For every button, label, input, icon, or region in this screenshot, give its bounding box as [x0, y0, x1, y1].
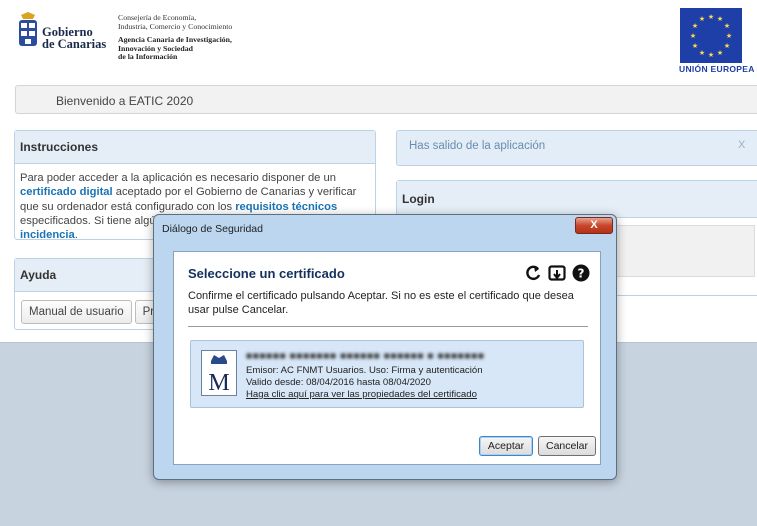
confirm-instructions: Confirme el certificado pulsando Aceptar…	[188, 290, 574, 316]
manual-usuario-button[interactable]: Manual de usuario	[21, 300, 132, 324]
help-icon[interactable]: ?	[572, 264, 590, 282]
svg-text:M: M	[208, 370, 229, 395]
certificate-properties-link[interactable]: Haga clic aquí para ver las propiedades …	[246, 389, 477, 400]
dialog-toolbar: ?	[524, 264, 590, 284]
refresh-icon[interactable]	[524, 264, 542, 282]
welcome-bar: Bienvenido a EATIC 2020	[15, 85, 757, 114]
svg-text:★: ★	[692, 22, 698, 30]
certificate-name: ■■■■■■ ■■■■■■■ ■■■■■■ ■■■■■■ ■ ■■■■■■■	[246, 351, 485, 362]
dialog-title: Diálogo de Seguridad	[162, 223, 263, 235]
incidencia-link[interactable]: incidencia	[20, 229, 75, 241]
eu-logo: ★ ★ ★ ★ ★ ★ ★ ★ ★ ★ ★ ★ UNIÓN EUROPEA	[677, 6, 757, 74]
consejeria-text: Consejería de Economía, Industria, Comer…	[118, 13, 233, 31]
gobierno-name: Gobierno de Canarias	[42, 25, 107, 51]
svg-text:?: ?	[578, 267, 585, 281]
cancel-button[interactable]: Cancelar	[538, 436, 596, 456]
welcome-text: Bienvenido a EATIC 2020	[56, 94, 194, 108]
logout-message-panel: Has salido de la aplicación X	[396, 130, 757, 166]
svg-text:★: ★	[724, 42, 730, 50]
svg-text:★: ★	[708, 13, 714, 21]
eu-label: UNIÓN EUROPEA	[679, 64, 755, 74]
svg-text:★: ★	[699, 15, 705, 23]
svg-text:★: ★	[692, 42, 698, 50]
separator	[188, 326, 588, 327]
certificado-digital-link[interactable]: certificado digital	[20, 186, 113, 198]
instructions-title: Instrucciones	[15, 131, 375, 164]
certificate-properties-link-wrap: Haga clic aquí para ver las propiedades …	[246, 389, 477, 400]
import-certificate-icon[interactable]	[548, 264, 566, 282]
svg-text:★: ★	[690, 32, 696, 40]
dialog-close-button[interactable]: X	[575, 217, 613, 234]
certificate-item[interactable]: M ■■■■■■ ■■■■■■■ ■■■■■■ ■■■■■■ ■ ■■■■■■■…	[190, 340, 584, 408]
message-close-icon[interactable]: X	[738, 139, 745, 151]
fnmt-certificate-icon: M	[201, 350, 237, 396]
requisitos-tecnicos-link[interactable]: requisitos técnicos	[235, 201, 337, 213]
logout-message-text: Has salido de la aplicación	[409, 140, 546, 152]
gobierno-canarias-logo: Gobierno de Canarias	[18, 12, 118, 52]
select-certificate-heading: Seleccione un certificado	[188, 266, 345, 281]
security-dialog: Diálogo de Seguridad X Seleccione un cer…	[153, 214, 617, 480]
svg-text:★: ★	[699, 49, 705, 57]
svg-text:★: ★	[717, 15, 723, 23]
svg-text:★: ★	[724, 22, 730, 30]
accept-button[interactable]: Aceptar	[479, 436, 533, 456]
svg-text:★: ★	[717, 49, 723, 57]
login-title: Login	[397, 181, 757, 218]
certificate-issuer: Emisor: AC FNMT Usuarios. Uso: Firma y a…	[246, 365, 483, 376]
svg-text:★: ★	[708, 51, 714, 59]
svg-text:★: ★	[726, 32, 732, 40]
dialog-body: Seleccione un certificado ? Confirme el …	[173, 251, 601, 465]
canarias-shield-icon	[19, 12, 37, 46]
agencia-text: Agencia Canaria de Investigación, Innova…	[118, 35, 232, 61]
certificate-validity: Valido desde: 08/04/2016 hasta 08/04/202…	[246, 377, 431, 388]
eu-flag-icon: ★ ★ ★ ★ ★ ★ ★ ★ ★ ★ ★ ★	[680, 8, 742, 63]
